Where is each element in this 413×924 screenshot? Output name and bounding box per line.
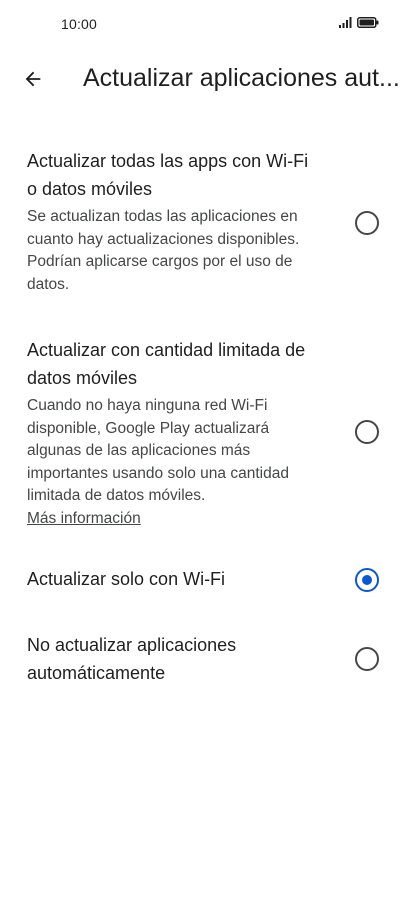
status-bar: 10:00 — [0, 0, 413, 50]
option-title: Actualizar con cantidad limitada de dato… — [27, 340, 306, 388]
option-description: Cuando no haya ninguna red Wi-Fi disponi… — [27, 397, 289, 505]
status-icons — [339, 17, 379, 28]
radio-selected — [355, 568, 379, 592]
option-limited-data[interactable]: Actualizar con cantidad limitada de dato… — [0, 335, 413, 531]
signal-icon — [339, 17, 352, 28]
option-description: Se actualizan todas las aplicaciones en … — [27, 208, 300, 293]
status-time: 10:00 — [61, 16, 98, 32]
option-title: No actualizar aplicaciones automáticamen… — [27, 635, 237, 683]
page-title: Actualizar aplicaciones aut... — [83, 64, 400, 92]
option-all-networks[interactable]: Actualizar todas las apps con Wi-Fi o da… — [0, 146, 413, 302]
battery-icon — [357, 17, 379, 28]
option-text: Actualizar solo con Wi-Fi — [27, 565, 317, 593]
radio-dot — [362, 575, 372, 585]
arrow-back-icon — [25, 71, 41, 87]
option-text: Actualizar todas las apps con Wi-Fi o da… — [27, 147, 317, 296]
radio-limited-data[interactable] — [355, 420, 379, 444]
option-title: Actualizar solo con Wi-Fi — [27, 569, 226, 589]
option-text: Actualizar con cantidad limitada de dato… — [27, 336, 317, 531]
option-text: No actualizar aplicaciones automáticamen… — [27, 631, 317, 687]
option-no-updates[interactable]: No actualizar aplicaciones automáticamen… — [0, 630, 413, 690]
radio-unselected — [355, 647, 379, 671]
back-button[interactable] — [14, 60, 52, 98]
radio-all-networks[interactable] — [355, 211, 379, 235]
app-bar: Actualizar aplicaciones aut... — [0, 50, 413, 108]
option-wifi-only[interactable]: Actualizar solo con Wi-Fi — [0, 562, 413, 598]
radio-wifi-only[interactable] — [355, 568, 379, 592]
option-title: Actualizar todas las apps con Wi-Fi o da… — [27, 151, 309, 199]
more-info-link[interactable]: Más información — [27, 508, 141, 531]
radio-no-updates[interactable] — [355, 647, 379, 671]
radio-unselected — [355, 211, 379, 235]
radio-unselected — [355, 420, 379, 444]
